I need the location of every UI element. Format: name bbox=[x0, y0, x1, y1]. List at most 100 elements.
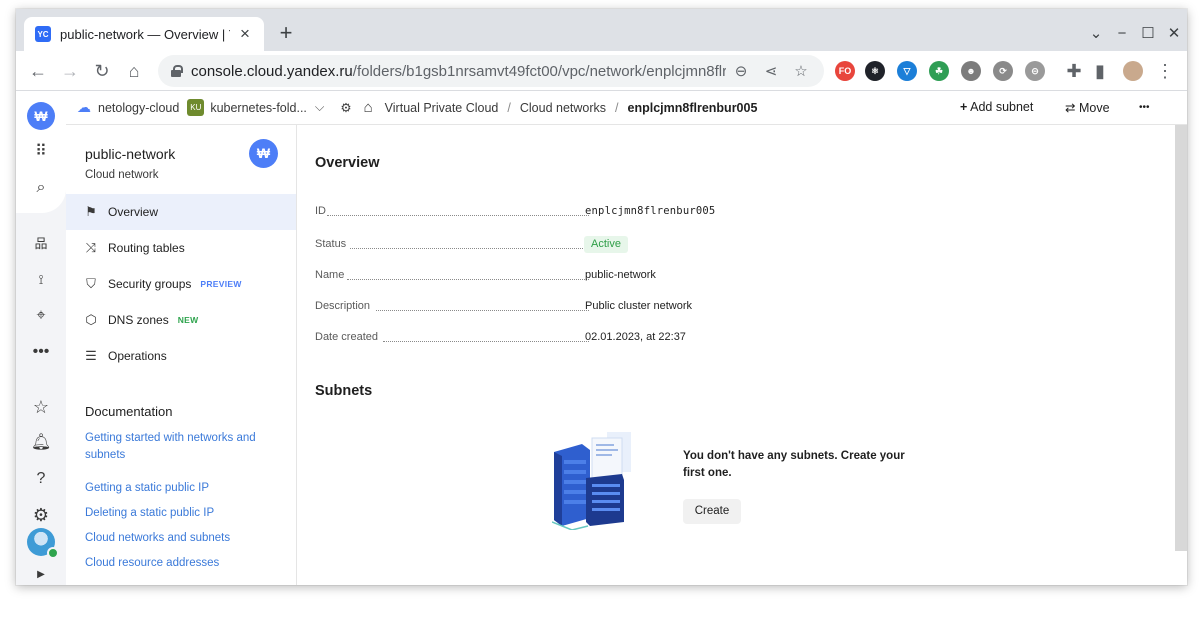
doc-link-networks-subnets[interactable]: Cloud networks and subnets bbox=[85, 530, 285, 547]
network-name: public-network bbox=[585, 269, 656, 281]
overview-row-description: Description Public cluster network bbox=[315, 300, 692, 312]
favorites-star-icon[interactable]: ☆ bbox=[29, 395, 53, 419]
sync-extension-icon[interactable]: ⟳ bbox=[993, 61, 1013, 81]
chevron-down-icon[interactable]: ⌵ bbox=[315, 100, 324, 115]
maximize-button[interactable]: ☐ bbox=[1136, 22, 1160, 46]
close-window-button[interactable]: ✕ bbox=[1162, 22, 1186, 46]
forward-button[interactable]: → bbox=[57, 58, 83, 84]
tab-close-icon[interactable]: × bbox=[236, 25, 254, 43]
more-actions-button[interactable]: ••• bbox=[1139, 102, 1150, 113]
minimize-button[interactable]: − bbox=[1110, 22, 1134, 46]
location-pin-icon[interactable]: ⌖ bbox=[29, 304, 53, 328]
vpc-service-icon: ₩ bbox=[249, 139, 278, 168]
share-icon[interactable]: ⋖ bbox=[756, 62, 786, 80]
person-extension-icon[interactable]: ☻ bbox=[961, 61, 981, 81]
vpn-shield-icon[interactable]: ▽ bbox=[897, 61, 917, 81]
react-devtools-icon[interactable]: ⚛ bbox=[865, 61, 885, 81]
breadcrumb-cloud-networks[interactable]: Cloud networks bbox=[520, 101, 606, 115]
extensions-puzzle-icon[interactable]: ✚ bbox=[1061, 58, 1087, 84]
avatar-badge bbox=[47, 547, 59, 559]
yandex-cloud-favicon-icon: YC bbox=[35, 26, 51, 42]
shuffle-icon: ⤨ bbox=[85, 240, 97, 255]
reload-button[interactable]: ↻ bbox=[89, 58, 115, 84]
flag-icon: ⚑ bbox=[85, 204, 97, 219]
notifications-bell-icon[interactable]: 🔔︎ bbox=[29, 431, 53, 455]
breadcrumb: ☁ netology-cloud KU kubernetes-fold... ⌵… bbox=[66, 91, 1187, 125]
link-extension-icon[interactable]: ⊝ bbox=[1025, 61, 1045, 81]
breadcrumb-vpc[interactable]: Virtual Private Cloud bbox=[385, 101, 499, 115]
sidebar-subtitle: Cloud network bbox=[85, 169, 159, 181]
breadcrumb-current: enplcjmn8flrenbur005 bbox=[627, 100, 758, 115]
sidebar-item-dns-zones[interactable]: ⬡ DNS zones NEW bbox=[66, 302, 296, 338]
overview-row-id: ID enplcjmn8flrenbur005 bbox=[315, 205, 716, 217]
doc-link-static-ip[interactable]: Getting a static public IP bbox=[85, 480, 285, 497]
overview-row-name: Name public-network bbox=[315, 269, 656, 281]
more-services-icon[interactable]: ••• bbox=[29, 340, 53, 364]
plus-icon: + bbox=[960, 100, 968, 114]
empty-subnets-message: You don't have any subnets. Create your … bbox=[683, 450, 905, 479]
shield-icon: ⛉ bbox=[86, 276, 96, 291]
profile-avatar[interactable] bbox=[1123, 61, 1143, 81]
topology-icon[interactable]: ⟟ bbox=[29, 268, 53, 292]
settings-gear-icon[interactable]: ⚙ bbox=[29, 503, 53, 527]
doc-link-resource-addresses[interactable]: Cloud resource addresses bbox=[85, 555, 285, 572]
date-created: 02.01.2023, at 22:37 bbox=[585, 331, 686, 343]
overview-row-date: Date created 02.01.2023, at 22:37 bbox=[315, 331, 686, 343]
doc-link-getting-started[interactable]: Getting started with networks and subnet… bbox=[85, 430, 285, 464]
cloud-selector[interactable]: netology-cloud bbox=[98, 101, 179, 115]
browser-menu-icon[interactable]: ⋮ bbox=[1152, 58, 1178, 84]
network-icon[interactable]: 品 bbox=[29, 232, 53, 256]
new-tab-button[interactable]: + bbox=[274, 22, 298, 46]
search-icon[interactable]: ⌕ bbox=[29, 176, 53, 200]
browser-tab[interactable]: YC public-network — Overview | Yandex Cl… bbox=[24, 17, 264, 51]
create-subnet-button[interactable]: Create bbox=[683, 499, 741, 524]
add-subnet-button[interactable]: + Add subnet bbox=[960, 100, 1033, 114]
url-text[interactable]: console.cloud.yandex.ru/folders/b1gsb1nr… bbox=[191, 63, 726, 80]
sidebar-item-operations[interactable]: ☰ Operations bbox=[66, 338, 296, 374]
user-avatar[interactable] bbox=[27, 528, 59, 559]
gallery-extension-icon[interactable]: ☘ bbox=[929, 61, 949, 81]
tab-strip: YC public-network — Overview | Yandex Cl… bbox=[16, 9, 1187, 51]
zoom-icon[interactable]: ⊖ bbox=[726, 62, 756, 80]
bookmark-star-icon[interactable]: ☆ bbox=[786, 62, 816, 80]
service-icon[interactable]: ⚙ bbox=[340, 100, 351, 115]
expand-rail-icon[interactable]: ▶ bbox=[29, 567, 53, 583]
folder-selector[interactable]: kubernetes-fold... bbox=[210, 101, 307, 115]
subnets-heading: Subnets bbox=[315, 383, 373, 399]
overview-heading: Overview bbox=[315, 155, 380, 171]
left-rail: ₩ ⠿ ⌕ 品 ⟟ ⌖ ••• ☆ 🔔︎ ? ⚙ ▶ bbox=[16, 91, 66, 585]
sidebar-item-security-groups[interactable]: ⛉ Security groups PREVIEW bbox=[66, 266, 296, 302]
hexagon-icon: ⬡ bbox=[85, 312, 97, 327]
new-tag: NEW bbox=[177, 315, 199, 325]
tab-title: public-network — Overview | Yandex Cloud bbox=[60, 26, 230, 42]
side-panel-icon[interactable]: ▮ bbox=[1087, 58, 1113, 84]
documentation-heading: Documentation bbox=[85, 404, 173, 419]
fo-extension-icon[interactable]: FO bbox=[835, 61, 855, 81]
lock-icon bbox=[171, 65, 183, 77]
move-button[interactable]: ⇄ Move bbox=[1065, 100, 1110, 115]
main-content: Overview ID enplcjmn8flrenbur005 Status … bbox=[297, 125, 1187, 585]
sidebar-title: public-network bbox=[85, 146, 176, 162]
address-bar[interactable]: console.cloud.yandex.ru/folders/b1gsb1nr… bbox=[158, 55, 824, 87]
sidebar-item-routing-tables[interactable]: ⤨ Routing tables bbox=[66, 230, 296, 266]
back-button[interactable]: ← bbox=[25, 58, 51, 84]
help-icon[interactable]: ? bbox=[29, 467, 53, 491]
overview-row-status: Status Active bbox=[315, 236, 875, 254]
browser-window: YC public-network — Overview | Yandex Cl… bbox=[16, 9, 1187, 585]
folder-badge: KU bbox=[187, 99, 205, 116]
move-arrows-icon: ⇄ bbox=[1065, 101, 1076, 115]
status-badge: Active bbox=[584, 236, 628, 253]
home-icon[interactable]: ⌂ bbox=[364, 99, 373, 116]
empty-subnets-illustration bbox=[552, 432, 631, 530]
preview-tag: PREVIEW bbox=[200, 279, 242, 289]
network-id[interactable]: enplcjmn8flrenbur005 bbox=[585, 205, 715, 217]
scrollbar[interactable] bbox=[1175, 125, 1187, 551]
tab-search-chevron-icon[interactable]: ⌄ bbox=[1084, 22, 1108, 46]
doc-link-delete-static-ip[interactable]: Deleting a static public IP bbox=[85, 505, 285, 522]
home-button[interactable]: ⌂ bbox=[121, 58, 147, 84]
services-grid-icon[interactable]: ⠿ bbox=[29, 140, 53, 164]
sidebar-item-overview[interactable]: ⚑ Overview bbox=[66, 194, 296, 230]
cloud-icon: ☁ bbox=[77, 99, 91, 115]
cloud-console: ₩ ⠿ ⌕ 品 ⟟ ⌖ ••• ☆ 🔔︎ ? ⚙ ▶ ☁ netology-cl… bbox=[16, 91, 1187, 585]
yandex-cloud-logo-icon[interactable]: ₩ bbox=[27, 102, 55, 130]
